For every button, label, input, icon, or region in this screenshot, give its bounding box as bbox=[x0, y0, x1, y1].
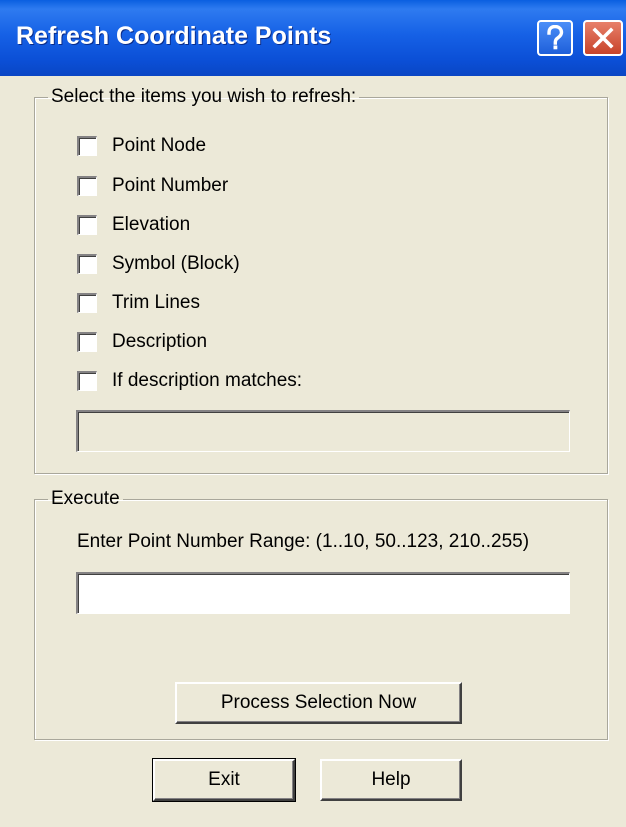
description-matches-checkbox[interactable] bbox=[77, 371, 97, 391]
point-number-checkbox[interactable] bbox=[77, 176, 97, 196]
point-range-label: Enter Point Number Range: (1..10, 50..12… bbox=[77, 531, 530, 552]
point-range-input[interactable] bbox=[76, 572, 570, 614]
execute-legend: Execute bbox=[51, 488, 120, 509]
process-selection-button[interactable]: Process Selection Now bbox=[175, 682, 462, 724]
dialog-window: Refresh Coordinate Points Select the ite… bbox=[0, 0, 626, 827]
help-button[interactable]: Help bbox=[320, 759, 462, 801]
description-checkbox[interactable] bbox=[77, 332, 97, 352]
symbol-block-option[interactable]: Symbol (Block) bbox=[77, 252, 240, 276]
elevation-option[interactable]: Elevation bbox=[77, 213, 190, 237]
description-match-input[interactable] bbox=[76, 410, 570, 452]
window-title: Refresh Coordinate Points bbox=[16, 22, 332, 50]
title-close-button[interactable] bbox=[583, 20, 623, 56]
point-number-label: Point Number bbox=[112, 175, 229, 196]
description-matches-label: If description matches: bbox=[112, 370, 303, 391]
exit-button[interactable]: Exit bbox=[152, 758, 296, 802]
description-option[interactable]: Description bbox=[77, 330, 207, 354]
title-bar[interactable]: Refresh Coordinate Points bbox=[0, 0, 626, 76]
title-help-button[interactable] bbox=[537, 20, 573, 56]
point-node-label: Point Node bbox=[112, 135, 207, 156]
description-matches-option[interactable]: If description matches: bbox=[77, 369, 302, 393]
close-x-icon bbox=[592, 27, 614, 49]
description-label: Description bbox=[112, 331, 208, 352]
trim-lines-checkbox[interactable] bbox=[77, 293, 97, 313]
elevation-checkbox[interactable] bbox=[77, 215, 97, 235]
point-node-option[interactable]: Point Node bbox=[77, 134, 206, 158]
question-mark-icon bbox=[547, 25, 564, 50]
point-node-checkbox[interactable] bbox=[77, 136, 97, 156]
trim-lines-label: Trim Lines bbox=[112, 292, 200, 313]
elevation-label: Elevation bbox=[112, 214, 191, 235]
trim-lines-option[interactable]: Trim Lines bbox=[77, 291, 200, 315]
point-number-option[interactable]: Point Number bbox=[77, 174, 228, 198]
refresh-items-legend: Select the items you wish to refresh: bbox=[51, 86, 357, 107]
symbol-block-checkbox[interactable] bbox=[77, 254, 97, 274]
symbol-block-label: Symbol (Block) bbox=[112, 253, 240, 274]
